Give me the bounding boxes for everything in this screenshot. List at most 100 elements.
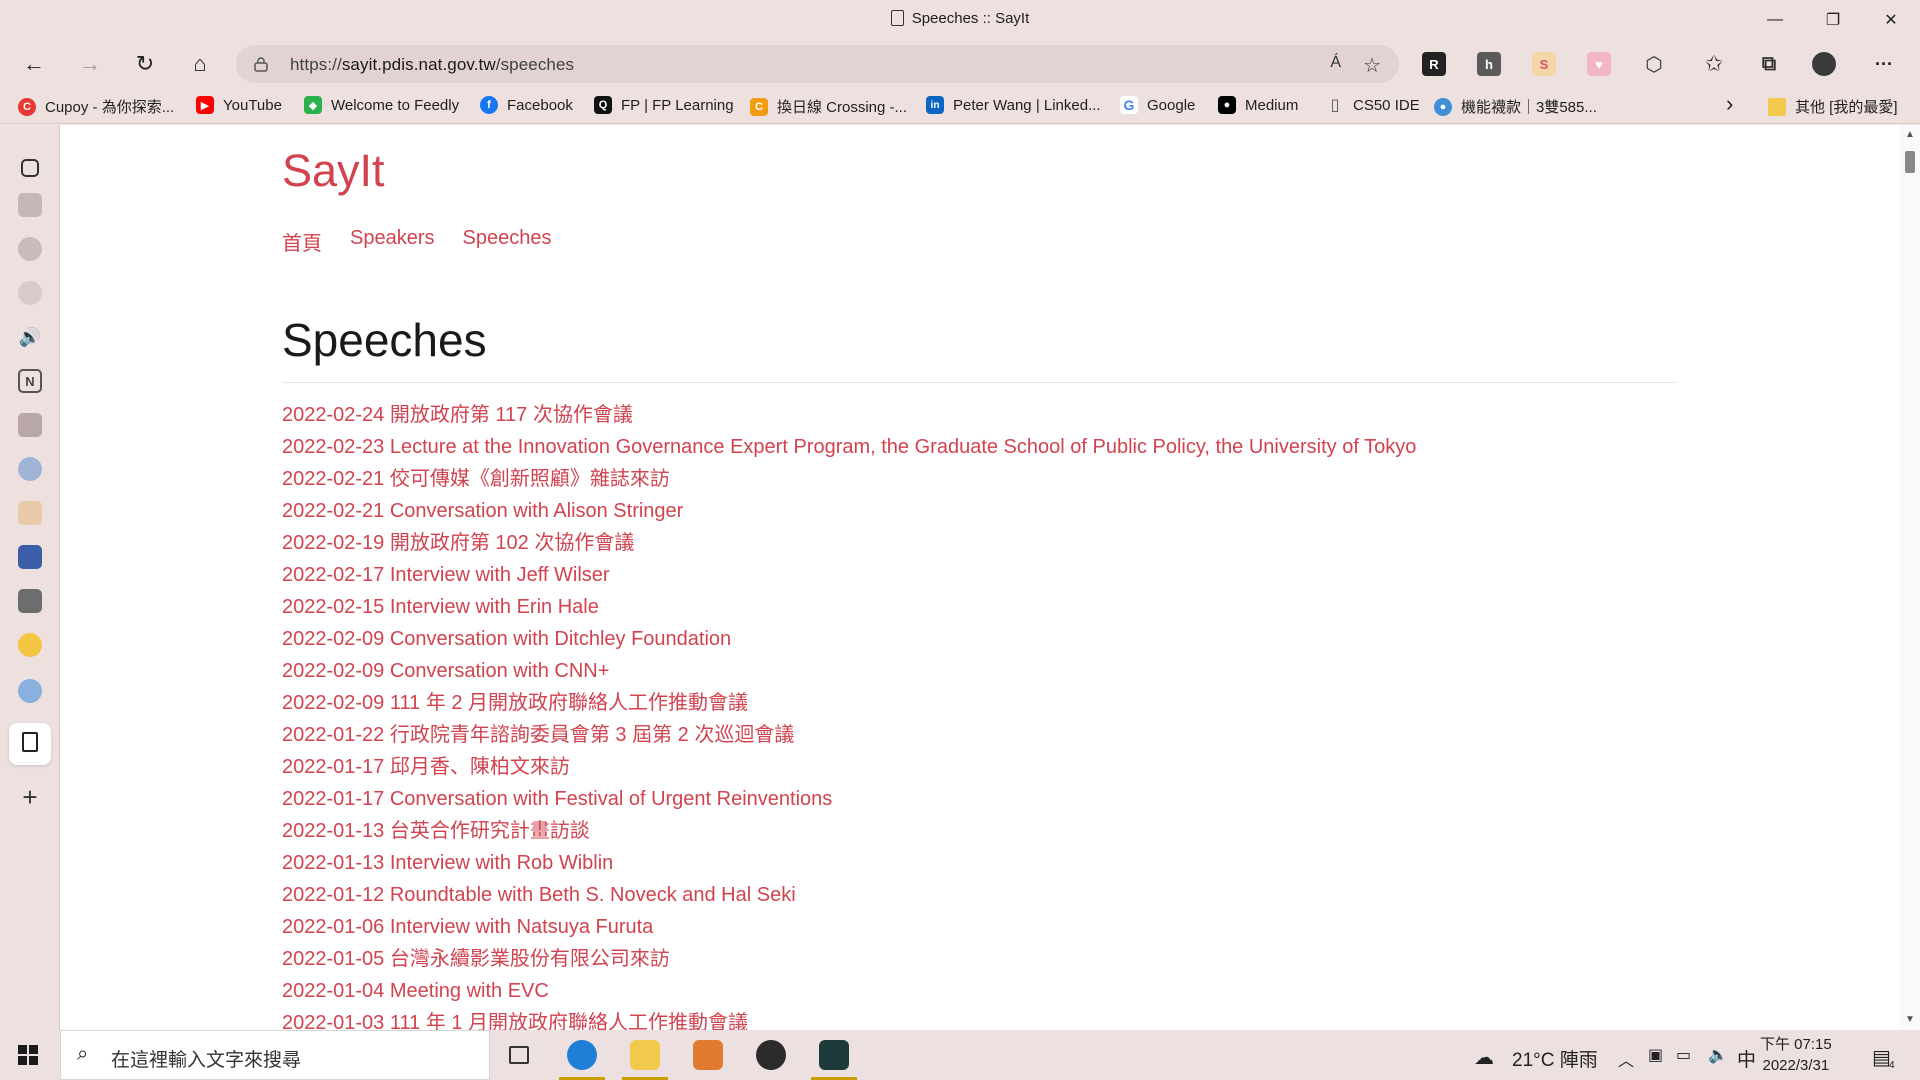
scroll-up-arrow-icon[interactable]: ▲: [1904, 129, 1916, 140]
extension-h-icon[interactable]: h: [1477, 52, 1501, 76]
fox-app-icon: [693, 1040, 723, 1070]
favorites-icon[interactable]: ✩: [1702, 51, 1726, 76]
bookmark-youtube[interactable]: ▶ YouTube: [196, 96, 282, 114]
speech-link[interactable]: 2022-01-04 Meeting with EVC: [282, 979, 1416, 1011]
nav-home-link[interactable]: 首頁: [282, 227, 322, 256]
bookmark-fp-learning[interactable]: Q FP | FP Learning: [594, 96, 734, 114]
address-bar[interactable]: https://sayit.pdis.nat.gov.tw/speeches A…: [236, 45, 1399, 83]
maximize-button[interactable]: ❐: [1804, 0, 1862, 40]
speech-link[interactable]: 2022-01-06 Interview with Natsuya Furuta: [282, 915, 1416, 947]
speech-link[interactable]: 2022-02-09 Conversation with Ditchley Fo…: [282, 627, 1416, 659]
facebook-sidebar-icon[interactable]: [18, 679, 42, 703]
forward-button[interactable]: →: [72, 47, 108, 81]
settings-menu-icon[interactable]: ···: [1872, 52, 1896, 76]
speech-link[interactable]: 2022-01-05 台灣永續影業股份有限公司來訪: [282, 947, 1416, 979]
speech-link[interactable]: 2022-01-13 Interview with Rob Wiblin: [282, 851, 1416, 883]
taskbar-app-dark[interactable]: [742, 1030, 800, 1080]
taskbar-clock[interactable]: 下午 07:15 2022/3/31: [1760, 1034, 1832, 1076]
ime-indicator[interactable]: 中: [1737, 1045, 1756, 1072]
calendar-blue-icon[interactable]: [18, 545, 42, 569]
url-text[interactable]: https://sayit.pdis.nat.gov.tw/speeches: [290, 55, 574, 75]
taskbar-search-box[interactable]: ⌕ 在這裡輸入文字來搜尋: [60, 1030, 490, 1080]
read-aloud-icon[interactable]: Á: [1330, 54, 1341, 72]
ext-gray-icon[interactable]: [18, 281, 42, 305]
speaker-icon[interactable]: 🔊: [18, 325, 42, 349]
bookmark-label: Google: [1147, 96, 1196, 114]
task-view-button[interactable]: [490, 1030, 548, 1080]
search-icon: ⌕: [77, 1043, 89, 1065]
notification-count: 4: [1889, 1060, 1895, 1071]
bookmark-socks[interactable]: ● 機能襪款｜3雙585...: [1434, 96, 1597, 117]
extension-r-icon[interactable]: R: [1422, 52, 1446, 76]
collections-icon[interactable]: ⧉: [1757, 52, 1781, 76]
volume-icon[interactable]: 🔈: [1708, 1045, 1728, 1065]
cloud-icon[interactable]: [18, 457, 42, 481]
medium-sidebar-icon[interactable]: [18, 589, 42, 613]
speech-link[interactable]: 2022-02-19 開放政府第 102 次協作會議: [282, 531, 1416, 563]
taskbar-app-orange[interactable]: [679, 1030, 737, 1080]
taskbar-app-teal[interactable]: [805, 1030, 863, 1080]
window-title: Speeches :: SayIt: [0, 10, 1920, 27]
calendar-icon[interactable]: [18, 193, 42, 217]
app-dark-icon[interactable]: [18, 413, 42, 437]
speech-link[interactable]: 2022-02-24 開放政府第 117 次協作會議: [282, 403, 1416, 435]
add-icon[interactable]: +: [18, 782, 42, 812]
facebook-icon: f: [480, 96, 498, 114]
extension-smart-icon[interactable]: S: [1532, 52, 1556, 76]
bookmark-linkedin[interactable]: in Peter Wang | Linked...: [926, 96, 1101, 114]
home-button[interactable]: ⌂: [182, 47, 218, 81]
speech-link[interactable]: 2022-02-09 Conversation with CNN+: [282, 659, 1416, 691]
github-icon[interactable]: [18, 237, 42, 261]
bookmark-facebook[interactable]: f Facebook: [480, 96, 573, 114]
speech-link[interactable]: 2022-01-17 邱月香、陳柏文來訪: [282, 755, 1416, 787]
minimize-button[interactable]: —: [1746, 0, 1804, 40]
windows-start-icon[interactable]: [18, 1045, 38, 1065]
speech-link[interactable]: 2022-01-22 行政院青年諮詢委員會第 3 屆第 2 次巡迴會議: [282, 723, 1416, 755]
nav-speeches-link[interactable]: Speeches: [463, 227, 552, 256]
bookmark-cs50[interactable]: ▯ CS50 IDE: [1326, 96, 1420, 115]
speech-link[interactable]: 2022-02-23 Lecture at the Innovation Gov…: [282, 435, 1416, 467]
close-button[interactable]: ✕: [1862, 0, 1920, 40]
scrollbar-thumb[interactable]: [1905, 151, 1915, 173]
refresh-button[interactable]: ↻: [127, 47, 163, 81]
tray-overflow-icon[interactable]: ︿: [1618, 1047, 1634, 1071]
extension-pink-icon[interactable]: ♥: [1587, 52, 1611, 76]
scroll-down-arrow-icon[interactable]: ▼: [1904, 1014, 1916, 1025]
site-brand[interactable]: SayIt: [282, 145, 385, 197]
page-scrollbar[interactable]: ▲ ▼: [1900, 125, 1920, 1030]
weather-text[interactable]: 21°C 陣雨: [1512, 1045, 1598, 1072]
bookmarks-bar: C Cupoy - 為你探索... ▶ YouTube ◆ Welcome to Fe…: [0, 88, 1920, 124]
google-drive-icon[interactable]: [18, 633, 42, 657]
network-icon[interactable]: ▭: [1676, 1045, 1691, 1065]
bookmark-medium[interactable]: ● Medium: [1218, 96, 1298, 114]
speech-link[interactable]: 2022-02-15 Interview with Erin Hale: [282, 595, 1416, 627]
bookmark-feedly[interactable]: ◆ Welcome to Feedly: [304, 96, 459, 114]
bookmark-crossing[interactable]: C 換日線 Crossing -...: [750, 96, 907, 117]
speech-link[interactable]: 2022-01-13 台英合作研究計畫訪談: [282, 819, 1416, 851]
taskbar-edge[interactable]: [553, 1030, 611, 1080]
speech-link[interactable]: 2022-01-03 111 年 1 月開放政府聯絡人工作推動會議: [282, 1011, 1416, 1030]
weather-icon[interactable]: ☁: [1474, 1045, 1494, 1070]
bookmark-cupoy[interactable]: C Cupoy - 為你探索...: [18, 96, 174, 117]
ext-orange-icon[interactable]: [18, 501, 42, 525]
speech-link[interactable]: 2022-01-17 Conversation with Festival of…: [282, 787, 1416, 819]
profile-avatar[interactable]: [1812, 52, 1836, 76]
speech-link[interactable]: 2022-02-17 Interview with Jeff Wilser: [282, 563, 1416, 595]
camera-icon[interactable]: ▣: [1648, 1045, 1663, 1065]
nav-speakers-link[interactable]: Speakers: [350, 227, 435, 256]
tab-actions-icon[interactable]: [21, 159, 39, 177]
speech-link[interactable]: 2022-02-21 Conversation with Alison Stri…: [282, 499, 1416, 531]
notion-icon[interactable]: N: [18, 369, 42, 393]
speech-link[interactable]: 2022-02-09 111 年 2 月開放政府聯絡人工作推動會議: [282, 691, 1416, 723]
add-favorite-icon[interactable]: ☆: [1363, 53, 1381, 78]
bookmarks-more-button[interactable]: ›: [1726, 91, 1733, 117]
document-icon[interactable]: [22, 732, 38, 752]
taskbar-file-explorer[interactable]: [616, 1030, 674, 1080]
other-favorites-folder[interactable]: 其他 [我的最愛]: [1768, 96, 1898, 117]
bookmark-google[interactable]: G Google: [1120, 96, 1195, 114]
speech-link[interactable]: 2022-02-21 佼可傳媒《創新照顧》雜誌來訪: [282, 467, 1416, 499]
extensions-icon[interactable]: ⬡: [1642, 52, 1666, 76]
fp-learning-icon: Q: [594, 96, 612, 114]
speech-link[interactable]: 2022-01-12 Roundtable with Beth S. Novec…: [282, 883, 1416, 915]
back-button[interactable]: ←: [16, 47, 52, 81]
